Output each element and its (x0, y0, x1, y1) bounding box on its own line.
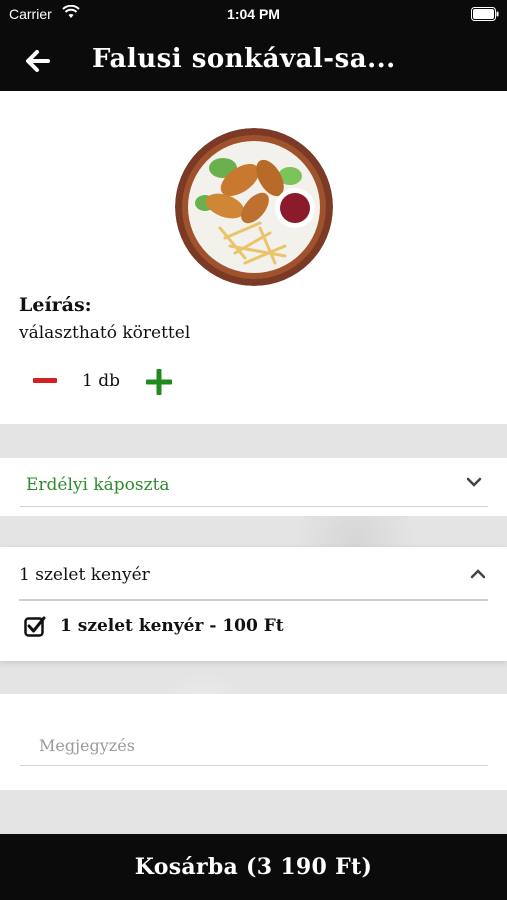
chevron-up-icon (470, 569, 486, 579)
app-header: Carrier 1:04 PM Falusi sonkával-sa... (0, 0, 507, 91)
checkbox-checked-icon[interactable] (24, 615, 46, 637)
garnish-selected-value: Erdélyi káposzta (26, 475, 170, 495)
product-card: Leírás: választható körettel 1 db (0, 91, 507, 424)
chevron-down-icon (466, 477, 482, 487)
extras-option-bread[interactable]: 1 szelet kenyér - 100 Ft (24, 614, 284, 638)
note-card (0, 694, 507, 790)
status-time: 1:04 PM (227, 6, 280, 22)
extras-header[interactable]: 1 szelet kenyér (19, 547, 488, 601)
description-text: választható körettel (19, 323, 191, 343)
add-to-cart-label: Kosárba (3 190 Ft) (134, 854, 373, 880)
extras-title: 1 szelet kenyér (19, 565, 150, 585)
page-title: Falusi sonkával-sa... (92, 44, 396, 74)
extras-card: 1 szelet kenyér (0, 547, 507, 661)
product-image (175, 128, 333, 286)
status-bar: Carrier 1:04 PM (0, 0, 507, 28)
decrease-quantity-button[interactable] (33, 369, 57, 393)
garnish-card: Erdélyi káposzta (0, 458, 507, 516)
battery-icon (471, 7, 499, 21)
add-to-cart-button[interactable]: Kosárba (3 190 Ft) (0, 834, 507, 900)
description-label: Leírás: (19, 294, 92, 316)
extras-option-label: 1 szelet kenyér - 100 Ft (60, 616, 284, 636)
minus-icon (33, 378, 57, 383)
increase-quantity-button[interactable] (146, 369, 172, 395)
garnish-dropdown[interactable]: Erdélyi káposzta (20, 458, 488, 507)
back-arrow-icon (26, 50, 50, 72)
quantity-value: 1 db (82, 371, 120, 391)
plus-icon (146, 369, 172, 395)
back-button[interactable] (22, 46, 52, 76)
note-input[interactable] (20, 726, 488, 766)
